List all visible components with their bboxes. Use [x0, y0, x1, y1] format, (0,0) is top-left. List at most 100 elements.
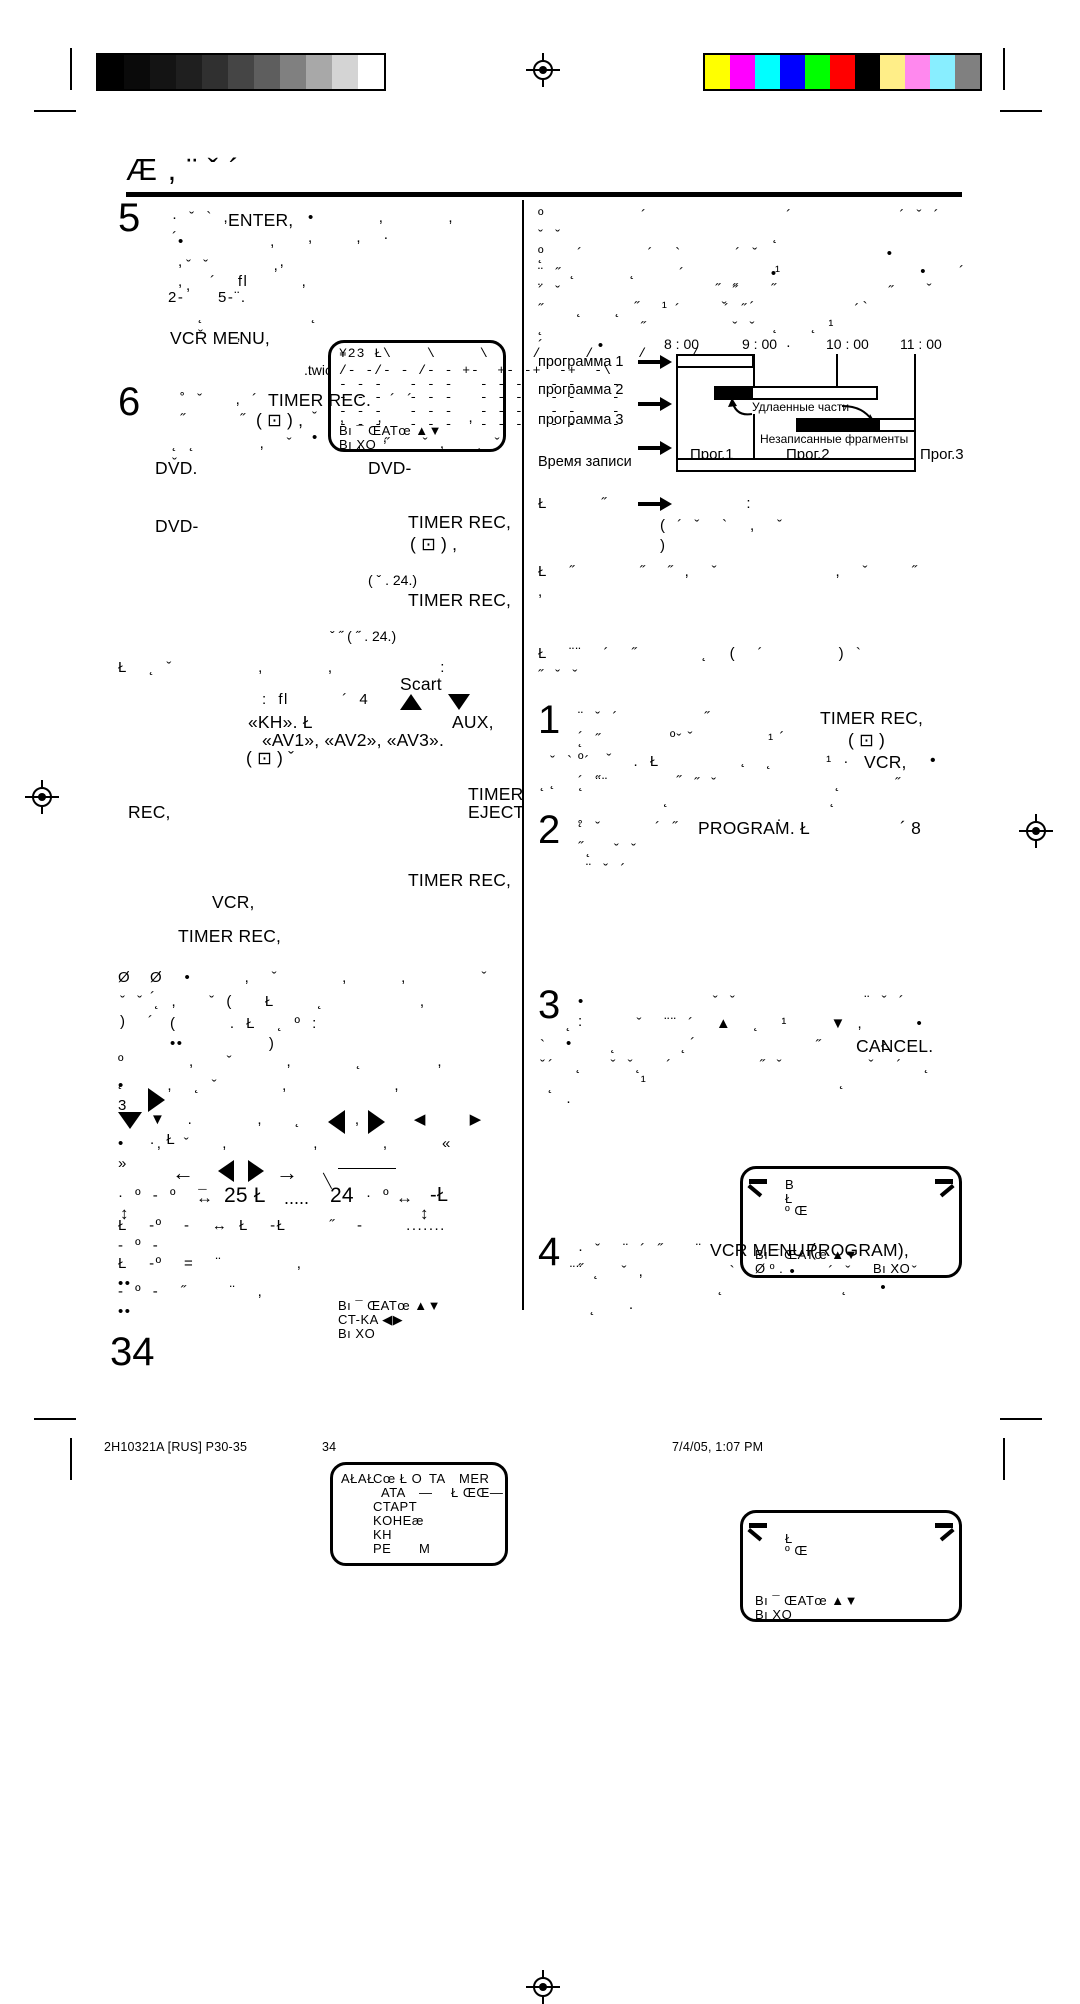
label-dvd-1: DVD. — [155, 458, 198, 478]
osd-program-header-c: TA — [429, 1471, 446, 1486]
crop-mark-top-right — [1003, 48, 1005, 90]
color-swatch — [705, 55, 730, 89]
step-5-range-end: 5-¨. — [218, 289, 247, 306]
osd-program-mode-label: PE — [373, 1541, 392, 1556]
footer-timestamp: 7/4/05, 1:07 PM — [672, 1440, 764, 1454]
osd-entry-line-3: º Œ — [785, 1203, 808, 1218]
step-6-line-1-post: ´ ´ — [390, 391, 414, 408]
registration-mark-bottom — [526, 1970, 560, 2004]
timeline-gridline-8 — [676, 354, 678, 472]
timeline-arrow-3 — [638, 441, 672, 455]
step-5-number: 5 — [118, 196, 141, 240]
arrow-both-icon-2: ↔ — [396, 1188, 413, 1207]
channel-range-start: 25 Ł — [224, 1184, 266, 1207]
color-swatch — [880, 55, 905, 89]
grayscale-calibration-bar — [96, 53, 386, 91]
color-swatch — [905, 55, 930, 89]
timer-icon-note-2: ( ⊡ ) , — [410, 534, 458, 554]
grayscale-swatch — [358, 55, 384, 89]
arrow-left-long-icon: ← — [172, 1160, 194, 1185]
color-swatch — [955, 55, 980, 89]
registration-mark-right — [1019, 814, 1053, 848]
right-note-2: Ł ˝ ˝ ˝ , ˇ , ˇ ˝ , — [538, 563, 972, 600]
arrow-both-icon-1: ↔ — [196, 1188, 213, 1207]
step-2-line-3: ˛ ˇ ˇ ¨ ˇ ´ — [586, 841, 713, 878]
timer-icon-note-3: ( ⊡ ) ˇ — [246, 748, 295, 768]
timeline-gridline-11 — [914, 354, 916, 472]
timeline-annotation-leader-right — [841, 405, 876, 424]
osd-cancel-footer-select: Bı ¯ ŒATœ ▲▼ — [755, 1593, 858, 1608]
page-number: 34 — [110, 1330, 155, 1374]
triangle-down-icon-2 — [118, 1112, 142, 1129]
osd-program-start: CTAPT — [373, 1499, 418, 1514]
channel-range-dots: ..... — [284, 1188, 310, 1208]
button-timer-rec-right-1: TIMER REC, — [820, 708, 924, 728]
grayscale-swatch — [176, 55, 202, 89]
osd-program-footer-exit: Bı XO — [338, 1326, 376, 1341]
timeline-tick-label-10: 10 : 00 — [826, 336, 869, 352]
color-swatch — [780, 55, 805, 89]
grayscale-swatch — [228, 55, 254, 89]
triangle-right-icon-3 — [248, 1160, 264, 1182]
channel-range-tail: -Ł — [430, 1184, 449, 1206]
label-scart: Scart — [400, 674, 442, 694]
timeline-bar-record-time — [676, 458, 916, 472]
crop-mark-bottom-left-v — [70, 1438, 72, 1480]
button-vcr-menu: VCR MENU, — [170, 328, 270, 348]
osd-program-end: KOHEæ — [373, 1513, 424, 1528]
osd-program-footer-select: Bı ¯ ŒATœ ▲▼ — [338, 1298, 441, 1313]
crop-mark-right-upper — [1000, 110, 1042, 112]
arrow-right-long-icon: → — [276, 1160, 298, 1185]
timeline-row-label-program-3: программа 3 — [538, 412, 624, 428]
osd-cancel-footer-exit: Bı XO — [755, 1607, 793, 1622]
label-eject: EJECT — [468, 802, 525, 822]
step-3-number: 3 — [538, 983, 561, 1027]
label-vcr-1: VCR, — [212, 892, 255, 912]
osd-cancel-corner-top-left — [747, 1519, 771, 1542]
grayscale-swatch — [202, 55, 228, 89]
page-title: Æ , ¨ ˇ ´ — [126, 152, 241, 187]
step-2-number: 2 — [538, 808, 561, 852]
osd-cancel-corner-top-right — [931, 1519, 955, 1542]
timeline-diagram: программа 1 программа 2 программа 3 Врем… — [538, 336, 964, 511]
step-3-line-5: ¹ ˛ · — [566, 1073, 996, 1110]
timeline-row-label-program-1: программа 1 — [538, 354, 624, 370]
timeline-row-label-program-2: программа 2 — [538, 382, 624, 398]
channel-range-suffix: · º — [366, 1187, 391, 1204]
label-dvd-3: DVD- — [155, 516, 199, 536]
step-2-value: ´ 8 — [900, 818, 922, 838]
step-6-line-1: ˚ ˇ , ´ ˝ ˝ — [180, 391, 270, 428]
right-note-3: Ł ¨¨ ´ ˝ ˛ ( ´ ) ` — [538, 645, 863, 662]
grayscale-swatch — [280, 55, 306, 89]
osd-program-mode-value: M — [419, 1541, 431, 1556]
step-4-number: 4 — [538, 1230, 561, 1274]
crop-mark-top-left — [70, 48, 72, 90]
triangle-up-icon — [400, 694, 422, 710]
right-note-1: Ł ˝ : — [538, 495, 753, 512]
crop-mark-bottom-left — [34, 1418, 76, 1420]
timeline-tick-label-11: 11 : 00 — [900, 336, 942, 352]
osd-program-channel: KH — [373, 1527, 393, 1542]
timeline-tick-label-9: 9 : 00 — [742, 336, 778, 352]
timeline-arrow-1 — [638, 355, 672, 369]
button-timer-rec-5: TIMER REC, — [178, 926, 282, 946]
step-4-line-3: ˛ ˛ • ˛ · — [590, 1279, 973, 1316]
timeline-bar-program-2-deleted — [716, 388, 753, 398]
button-program-right: PROGRAM), — [806, 1240, 909, 1260]
osd-corner-top-right — [931, 1175, 955, 1198]
timeline-arrow-2 — [638, 397, 672, 411]
grayscale-swatch — [124, 55, 150, 89]
note-line-3: ( . Ł ˛ º : •• ) — [170, 1015, 542, 1052]
timeline-tick-label-8: 8 : 00 — [664, 336, 700, 352]
channel-range-end: 24 — [330, 1184, 354, 1207]
button-timer-rec-4: TIMER REC, — [408, 870, 512, 890]
timeline-annotation-unrecorded: Незаписанные фрагменты — [758, 432, 911, 446]
channel-range-prefix: · º - º ¯ — [118, 1187, 209, 1204]
osd-program-value: Ł ŒŒ— — [451, 1485, 504, 1500]
osd-program-date: ATA — [381, 1485, 406, 1500]
color-swatch — [755, 55, 780, 89]
title-rule — [126, 192, 962, 197]
button-timer-rec-2: TIMER REC, — [408, 512, 512, 532]
label-aux: AUX, — [452, 712, 494, 732]
crop-mark-bottom-right-v — [1003, 1438, 1005, 1480]
